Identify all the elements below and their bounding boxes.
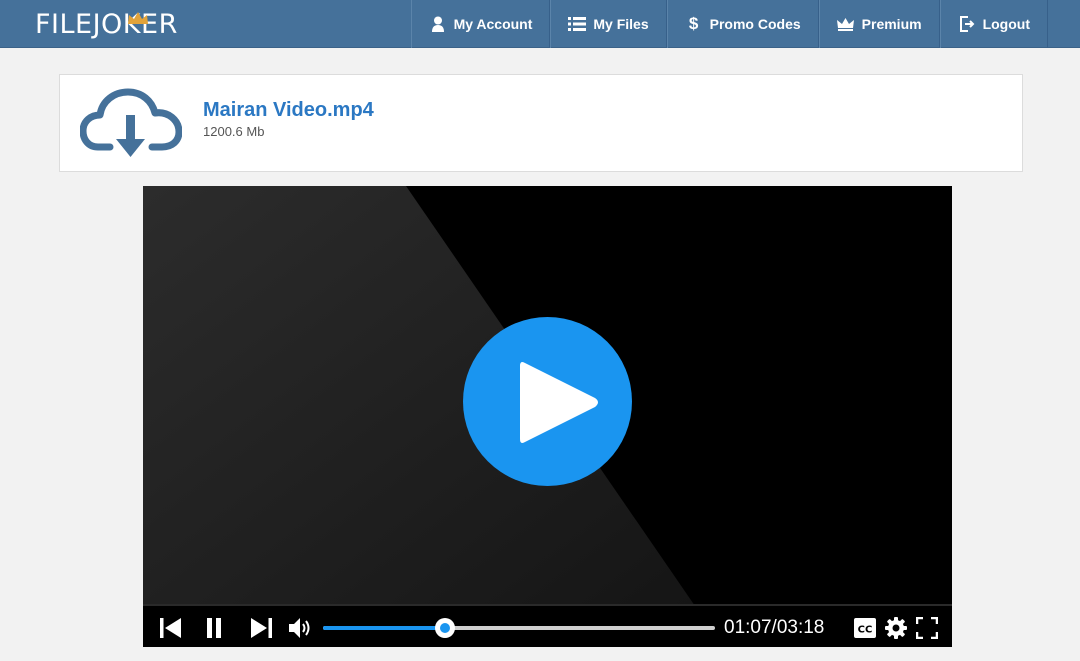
fullscreen-button[interactable]	[913, 606, 941, 647]
progress-fill	[323, 626, 445, 630]
nav-premium[interactable]: Premium	[818, 0, 940, 48]
nav-label: My Account	[453, 16, 533, 32]
nav-my-files[interactable]: My Files	[550, 0, 667, 48]
volume-button[interactable]	[286, 606, 316, 647]
list-icon	[568, 15, 587, 33]
nav-label: Premium	[861, 16, 922, 32]
nav-my-account[interactable]: My Account	[410, 0, 551, 48]
volume-icon	[289, 617, 310, 638]
file-info-card: Mairan Video.mp4 1200.6 Mb	[59, 74, 1023, 172]
nav-label: Logout	[982, 16, 1030, 32]
file-name-link[interactable]: Mairan Video.mp4	[203, 98, 374, 122]
cc-icon: CC	[854, 617, 876, 638]
nav-logout[interactable]: Logout	[939, 0, 1048, 48]
main-nav: My Account My Files $ Promo Codes Premiu…	[410, 0, 1048, 48]
nav-promo-codes[interactable]: $ Promo Codes	[666, 0, 819, 48]
crown-icon	[837, 15, 855, 33]
big-play-button[interactable]	[463, 317, 632, 486]
pause-icon	[207, 617, 221, 638]
logo-text: FILEJOKER	[35, 9, 178, 40]
logout-icon	[958, 15, 976, 33]
progress-handle[interactable]	[434, 618, 455, 638]
time-display: 01:07/03:18	[724, 617, 825, 638]
next-button[interactable]	[243, 606, 279, 647]
previous-icon	[160, 617, 181, 638]
dollar-icon: $	[688, 14, 699, 33]
settings-icon	[885, 616, 907, 639]
player-controls: 01:07/03:18 CC	[143, 604, 952, 647]
duration: 03:18	[776, 617, 825, 638]
progress-bar[interactable]	[323, 618, 715, 638]
captions-button[interactable]: CC	[852, 606, 878, 647]
svg-text:CC: CC	[858, 624, 873, 635]
file-size: 1200.6 Mb	[203, 124, 265, 139]
play-icon	[520, 362, 598, 443]
fullscreen-icon	[916, 616, 938, 639]
filejoker-logo[interactable]: FILEJOKER	[35, 11, 178, 39]
user-icon	[429, 15, 447, 33]
video-player[interactable]: 01:07/03:18 CC	[143, 186, 952, 647]
next-icon	[251, 617, 272, 638]
top-navigation-bar: FILEJOKER My Account My Files $ Promo Co…	[0, 0, 1080, 48]
pause-button[interactable]	[198, 606, 230, 647]
nav-label: My Files	[593, 16, 649, 32]
cloud-download-icon[interactable]	[80, 87, 182, 161]
logo-crown-icon	[128, 12, 148, 24]
current-time: 01:07	[724, 617, 772, 638]
previous-button[interactable]	[153, 606, 189, 647]
nav-label: Promo Codes	[709, 16, 801, 32]
settings-button[interactable]	[883, 606, 909, 647]
